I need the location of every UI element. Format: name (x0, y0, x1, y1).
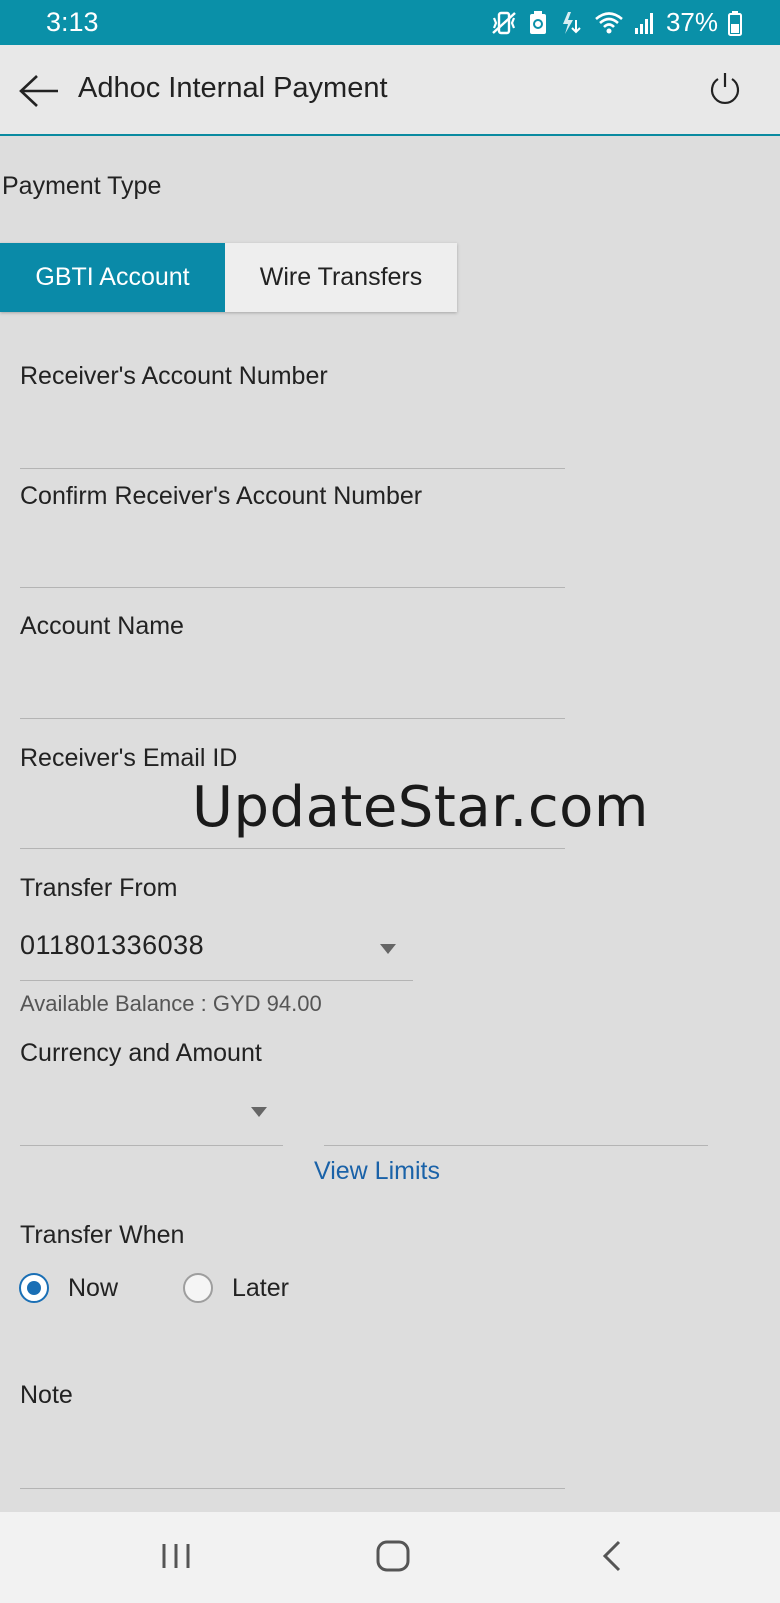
account-name-input[interactable] (20, 660, 565, 704)
system-nav-bar (0, 1512, 780, 1603)
receiver-account-input[interactable] (20, 410, 565, 454)
vibrate-icon (490, 10, 518, 36)
watermark: UpdateStar.com (192, 775, 649, 840)
gbti-account-button[interactable]: GBTI Account (0, 243, 225, 312)
email-label: Receiver's Email ID (20, 744, 238, 772)
data-icon (558, 10, 584, 36)
recycle-icon (528, 10, 548, 36)
battery-icon (728, 10, 742, 36)
note-input[interactable] (20, 1428, 565, 1472)
power-icon[interactable] (708, 70, 742, 108)
confirm-account-label: Confirm Receiver's Account Number (20, 482, 423, 510)
home-icon[interactable] (376, 1540, 410, 1577)
chevron-down-icon (251, 1107, 267, 1117)
currency-value (20, 1092, 260, 1128)
radio-now[interactable] (19, 1273, 49, 1303)
radio-now-label[interactable]: Now (68, 1274, 118, 1303)
note-label: Note (20, 1381, 73, 1409)
page-title: Adhoc Internal Payment (78, 72, 388, 104)
amount-input[interactable] (324, 1092, 708, 1136)
wifi-icon (594, 10, 624, 36)
receiver-account-underline (20, 468, 565, 469)
chevron-down-icon (380, 944, 396, 954)
email-underline (20, 848, 565, 849)
note-underline (20, 1488, 565, 1489)
app-bar: Adhoc Internal Payment (0, 45, 780, 136)
back-arrow-icon[interactable] (18, 73, 60, 109)
view-limits-link[interactable]: View Limits (314, 1157, 440, 1186)
account-name-label: Account Name (20, 612, 184, 640)
transfer-from-label: Transfer From (20, 874, 178, 902)
confirm-account-input[interactable] (20, 530, 565, 574)
account-name-underline (20, 718, 565, 719)
payment-type-toggle: GBTI Account Wire Transfers (0, 243, 457, 312)
radio-later[interactable] (183, 1273, 213, 1303)
available-balance: Available Balance : GYD 94.00 (20, 991, 322, 1016)
receiver-account-label: Receiver's Account Number (20, 362, 328, 390)
payment-type-label: Payment Type (2, 172, 162, 200)
status-icons: 37% (490, 7, 742, 38)
currency-underline (20, 1145, 283, 1146)
radio-later-label[interactable]: Later (232, 1274, 289, 1303)
battery-percent: 37% (665, 7, 718, 37)
transfer-when-label: Transfer When (20, 1221, 185, 1249)
transfer-from-value: 011801336038 (20, 930, 205, 960)
currency-amount-label: Currency and Amount (20, 1039, 262, 1067)
transfer-from-underline (20, 980, 413, 981)
confirm-account-underline (20, 587, 565, 588)
amount-underline (324, 1145, 708, 1146)
wire-transfers-button[interactable]: Wire Transfers (225, 243, 457, 312)
recents-icon[interactable] (161, 1542, 191, 1575)
status-time: 3:13 (46, 7, 99, 37)
status-bar: 3:13 37% (0, 0, 780, 45)
signal-icon (634, 11, 656, 35)
back-icon[interactable] (601, 1540, 623, 1577)
